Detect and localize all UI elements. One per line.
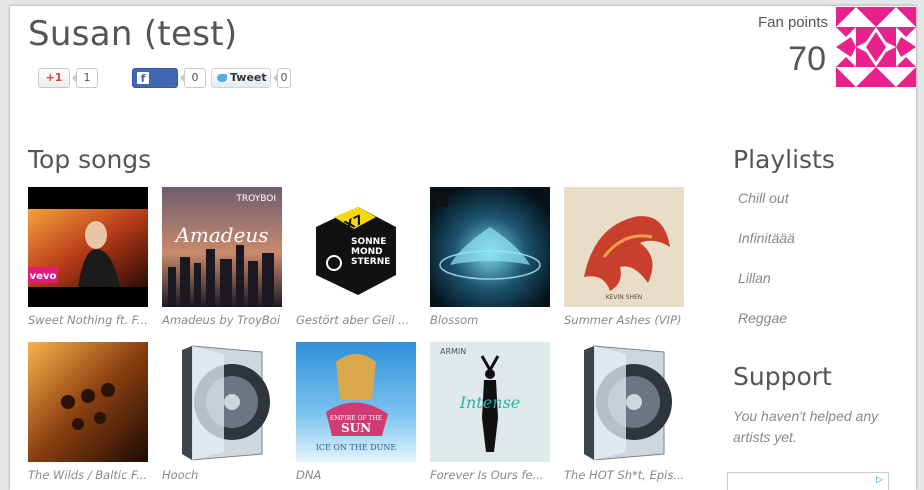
song-cover[interactable]: [28, 342, 148, 462]
song-title[interactable]: The HOT Sh*t, Epis...: [564, 468, 686, 482]
support-heading: Support: [733, 362, 832, 391]
playlist-item[interactable]: Reggae: [738, 310, 787, 326]
song-cover[interactable]: [430, 187, 550, 307]
svg-text:vevo: vevo: [30, 271, 57, 282]
tweet-count: 0: [273, 68, 291, 88]
song-title[interactable]: Amadeus by TroyBoi: [162, 313, 284, 327]
playlist-item[interactable]: Lillan: [738, 270, 771, 286]
song-cover[interactable]: X7 SONNE MOND STERNE: [296, 187, 416, 307]
playlists-heading: Playlists: [733, 145, 835, 174]
facebook-like-label: Like: [133, 89, 159, 102]
cover-art-tag: KEVIN SHEN: [606, 294, 643, 301]
song-cover[interactable]: Amadeus TROYBOI: [162, 187, 282, 307]
google-plus-button[interactable]: +1: [38, 68, 70, 88]
song-title[interactable]: Forever Is Ours fe...: [430, 468, 552, 482]
fan-points-label: Fan points: [757, 14, 828, 31]
song-card[interactable]: The Wilds / Baltic F...: [28, 342, 150, 482]
song-title[interactable]: The Wilds / Baltic F...: [28, 468, 150, 482]
cover-art-tag: TROYBOI: [235, 194, 276, 204]
song-cover[interactable]: Intense ARMIN: [430, 342, 550, 462]
facebook-like-button[interactable]: f Like: [132, 68, 178, 102]
cover-art-tag: ARMIN: [440, 347, 466, 356]
song-title[interactable]: Gestört aber Geil ...: [296, 313, 418, 327]
song-title[interactable]: Blossom: [430, 313, 552, 327]
twitter-bird-icon: [217, 74, 227, 82]
song-title[interactable]: Hooch: [162, 468, 284, 482]
song-title[interactable]: Sweet Nothing ft. F...: [28, 313, 150, 327]
song-card[interactable]: The HOT Sh*t, Epis...: [564, 342, 686, 482]
tweet-button[interactable]: Tweet: [211, 68, 271, 88]
profile-page: Susan (test) +1 1 f Like 0 Tweet 0 Fan po…: [10, 6, 916, 490]
song-card[interactable]: Hooch: [162, 342, 284, 482]
fan-points-value: 70: [788, 40, 826, 78]
support-message: You haven't helped any artists yet.: [733, 408, 879, 445]
cd-case-icon[interactable]: [162, 342, 282, 462]
playlist-item[interactable]: Infinitäää: [738, 230, 795, 246]
cover-art-text: Amadeus: [173, 223, 268, 247]
google-plus-icon: +1: [45, 71, 63, 84]
song-card[interactable]: X7 SONNE MOND STERNE Gestört aber Geil .…: [296, 187, 418, 327]
facebook-like-count: 0: [180, 68, 206, 88]
page-title: Susan (test): [28, 14, 238, 54]
song-card[interactable]: vevo Sweet Nothing ft. F...: [28, 187, 150, 327]
tweet-label: Tweet: [230, 71, 267, 84]
google-plus-count: 1: [72, 68, 98, 88]
ad-slot[interactable]: ▷: [727, 472, 889, 490]
cover-art-subtext: ICE ON THE DUNE: [316, 443, 397, 452]
playlist-item[interactable]: Chill out: [738, 190, 789, 206]
song-title[interactable]: Summer Ashes (VIP): [564, 313, 686, 327]
song-card[interactable]: KEVIN SHEN Summer Ashes (VIP): [564, 187, 686, 327]
cd-case-icon[interactable]: [564, 342, 684, 462]
ad-choices-icon[interactable]: ▷: [874, 475, 885, 486]
song-cover[interactable]: KEVIN SHEN: [564, 187, 684, 307]
song-card[interactable]: Blossom: [430, 187, 552, 327]
top-songs-heading: Top songs: [28, 145, 152, 174]
song-card[interactable]: EMPIRE OF THE SUN ICE ON THE DUNE DNA: [296, 342, 418, 482]
song-cover[interactable]: EMPIRE OF THE SUN ICE ON THE DUNE: [296, 342, 416, 462]
song-title[interactable]: DNA: [296, 468, 418, 482]
facebook-icon: f: [137, 72, 149, 85]
song-cover[interactable]: vevo: [28, 187, 148, 307]
cover-art-text: SUN: [341, 421, 371, 435]
cover-art-text: Intense: [459, 393, 521, 412]
avatar: [836, 7, 916, 87]
cover-art-subtext: SONNE MOND STERNE: [351, 237, 391, 267]
song-card[interactable]: Amadeus TROYBOI Amadeus by TroyBoi: [162, 187, 284, 327]
song-card[interactable]: Intense ARMIN Forever Is Ours fe...: [430, 342, 552, 482]
